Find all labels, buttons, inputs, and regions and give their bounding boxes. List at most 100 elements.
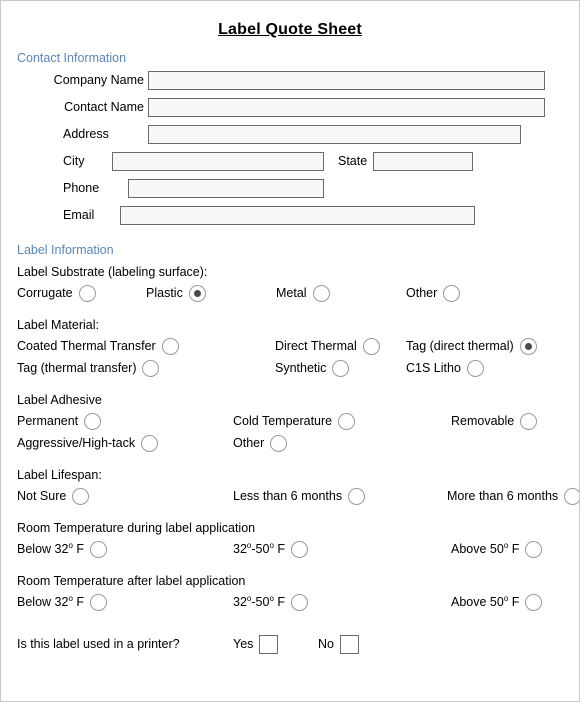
lifespan-option-not-sure[interactable]: Not Sure xyxy=(17,485,90,507)
material-radio-synthetic[interactable] xyxy=(332,359,350,377)
printer-option-yes-label: Yes xyxy=(233,637,254,651)
temp-during-radio-above-50f[interactable] xyxy=(525,540,543,558)
temp-after-option-below-32f-label: Below 32o F xyxy=(17,593,84,609)
substrate-option-other[interactable]: Other xyxy=(406,282,461,304)
material-option-c1s-litho-label: C1S Litho xyxy=(406,361,461,375)
printer-checkbox-no[interactable] xyxy=(339,634,359,654)
material-option-tag-direct-thermal[interactable]: Tag (direct thermal) xyxy=(406,335,537,357)
field-row-company-name: Company Name xyxy=(1,68,579,92)
temp-after-radio-above-50f[interactable] xyxy=(525,593,543,611)
section-heading-contact-information: Contact Information xyxy=(17,51,127,65)
temp-during-option-below-32f-label: Below 32o F xyxy=(17,540,84,556)
material-option-c1s-litho[interactable]: C1S Litho xyxy=(406,357,484,379)
adhesive-option-aggressive-high-tack[interactable]: Aggressive/High-tack xyxy=(17,432,159,454)
adhesive-radio-cold-temperature[interactable] xyxy=(338,412,356,430)
adhesive-option-permanent[interactable]: Permanent xyxy=(17,410,102,432)
page-title: Label Quote Sheet xyxy=(218,21,362,38)
substrate-option-plastic[interactable]: Plastic xyxy=(146,282,206,304)
room-temp-during-group-label: Room Temperature during label applicatio… xyxy=(17,521,256,535)
lifespan-option-more-than-6-months[interactable]: More than 6 months xyxy=(447,485,579,507)
lifespan-radio-less-than-6-months[interactable] xyxy=(348,487,366,505)
substrate-radio-metal[interactable] xyxy=(312,284,330,302)
temp-after-radio-below-32f[interactable] xyxy=(90,593,107,611)
address-label: Address xyxy=(63,127,109,141)
substrate-radio-other[interactable] xyxy=(443,284,461,302)
printer-question-row: Is this label used in a printer? Yes No xyxy=(1,631,579,657)
temp-after-option-below-32f[interactable]: Below 32o F xyxy=(17,591,107,613)
temp-after-radio-32-50f[interactable] xyxy=(291,593,308,611)
label-material-group-label: Label Material: xyxy=(17,318,99,332)
company-name-label: Company Name xyxy=(53,73,144,87)
substrate-radio-plastic[interactable] xyxy=(188,284,206,302)
material-option-tag-direct-thermal-label: Tag (direct thermal) xyxy=(406,339,514,353)
label-adhesive-options-row-1: Permanent Cold Temperature Removable xyxy=(1,410,579,432)
lifespan-option-less-than-6-months[interactable]: Less than 6 months xyxy=(233,485,366,507)
adhesive-option-aggressive-high-tack-label: Aggressive/High-tack xyxy=(17,436,136,450)
lifespan-option-not-sure-label: Not Sure xyxy=(17,489,67,503)
temp-after-option-above-50f[interactable]: Above 50o F xyxy=(451,591,543,613)
room-temp-after-options-row: Below 32o F 32o-50o F Above 50o F xyxy=(1,591,579,613)
field-row-phone: Phone xyxy=(1,176,579,200)
material-radio-direct-thermal[interactable] xyxy=(362,337,380,355)
temp-after-option-32-50f-label: 32o-50o F xyxy=(233,593,285,609)
printer-question: Is this label used in a printer? xyxy=(17,631,186,657)
field-row-city-state: City State xyxy=(1,149,579,173)
contact-name-label: Contact Name xyxy=(64,100,144,114)
temp-during-option-32-50f[interactable]: 32o-50o F xyxy=(233,538,308,560)
company-name-input[interactable] xyxy=(148,70,545,90)
material-radio-c1s-litho[interactable] xyxy=(466,359,484,377)
printer-option-no[interactable]: No xyxy=(318,631,359,657)
adhesive-option-removable[interactable]: Removable xyxy=(451,410,538,432)
adhesive-option-other[interactable]: Other xyxy=(233,432,288,454)
substrate-option-corrugate-label: Corrugate xyxy=(17,286,73,300)
adhesive-radio-other[interactable] xyxy=(270,434,288,452)
adhesive-option-other-label: Other xyxy=(233,436,265,450)
material-option-synthetic[interactable]: Synthetic xyxy=(275,357,350,379)
lifespan-radio-more-than-6-months[interactable] xyxy=(564,487,579,505)
phone-label: Phone xyxy=(63,181,100,195)
lifespan-option-less-than-6-months-label: Less than 6 months xyxy=(233,489,343,503)
material-option-coated-thermal-transfer-label: Coated Thermal Transfer xyxy=(17,339,156,353)
adhesive-option-permanent-label: Permanent xyxy=(17,414,79,428)
printer-checkbox-yes[interactable] xyxy=(259,634,279,654)
substrate-option-corrugate[interactable]: Corrugate xyxy=(17,282,96,304)
adhesive-option-cold-temperature[interactable]: Cold Temperature xyxy=(233,410,356,432)
temp-during-radio-below-32f[interactable] xyxy=(90,540,107,558)
material-radio-tag-thermal-transfer[interactable] xyxy=(142,359,160,377)
phone-input[interactable] xyxy=(128,178,324,198)
material-radio-tag-direct-thermal[interactable] xyxy=(519,337,537,355)
temp-during-option-above-50f[interactable]: Above 50o F xyxy=(451,538,543,560)
label-substrate-group-label: Label Substrate (labeling surface): xyxy=(17,265,208,279)
room-temp-after-group-label: Room Temperature after label application xyxy=(17,574,246,588)
substrate-option-metal[interactable]: Metal xyxy=(276,282,330,304)
field-row-address: Address xyxy=(1,122,579,146)
contact-name-input[interactable] xyxy=(148,97,545,117)
temp-after-option-above-50f-label: Above 50o F xyxy=(451,593,520,609)
room-temp-during-options-row: Below 32o F 32o-50o F Above 50o F xyxy=(1,538,579,560)
temp-after-option-32-50f[interactable]: 32o-50o F xyxy=(233,591,308,613)
material-option-coated-thermal-transfer[interactable]: Coated Thermal Transfer xyxy=(17,335,179,357)
adhesive-radio-aggressive-high-tack[interactable] xyxy=(141,434,159,452)
city-input[interactable] xyxy=(112,151,324,171)
temp-during-option-32-50f-label: 32o-50o F xyxy=(233,540,285,556)
email-input[interactable] xyxy=(120,205,475,225)
temp-during-option-above-50f-label: Above 50o F xyxy=(451,540,520,556)
material-option-direct-thermal[interactable]: Direct Thermal xyxy=(275,335,380,357)
material-option-tag-thermal-transfer[interactable]: Tag (thermal transfer) xyxy=(17,357,160,379)
temp-during-option-below-32f[interactable]: Below 32o F xyxy=(17,538,107,560)
printer-option-yes[interactable]: Yes xyxy=(233,631,279,657)
state-input[interactable] xyxy=(373,151,474,171)
material-option-tag-thermal-transfer-label: Tag (thermal transfer) xyxy=(17,361,137,375)
adhesive-radio-removable[interactable] xyxy=(520,412,538,430)
adhesive-radio-permanent[interactable] xyxy=(84,412,102,430)
adhesive-option-cold-temperature-label: Cold Temperature xyxy=(233,414,333,428)
temp-during-radio-32-50f[interactable] xyxy=(291,540,308,558)
material-radio-coated-thermal-transfer[interactable] xyxy=(161,337,179,355)
substrate-option-other-label: Other xyxy=(406,286,438,300)
lifespan-radio-not-sure[interactable] xyxy=(72,487,90,505)
address-input[interactable] xyxy=(148,124,521,144)
label-material-options-row-2: Tag (thermal transfer) Synthetic C1S Lit… xyxy=(1,357,579,379)
label-quote-sheet-page: Label Quote Sheet Contact Information Co… xyxy=(0,0,580,702)
substrate-radio-corrugate[interactable] xyxy=(78,284,96,302)
label-material-options-row-1: Coated Thermal Transfer Direct Thermal T… xyxy=(1,335,579,357)
